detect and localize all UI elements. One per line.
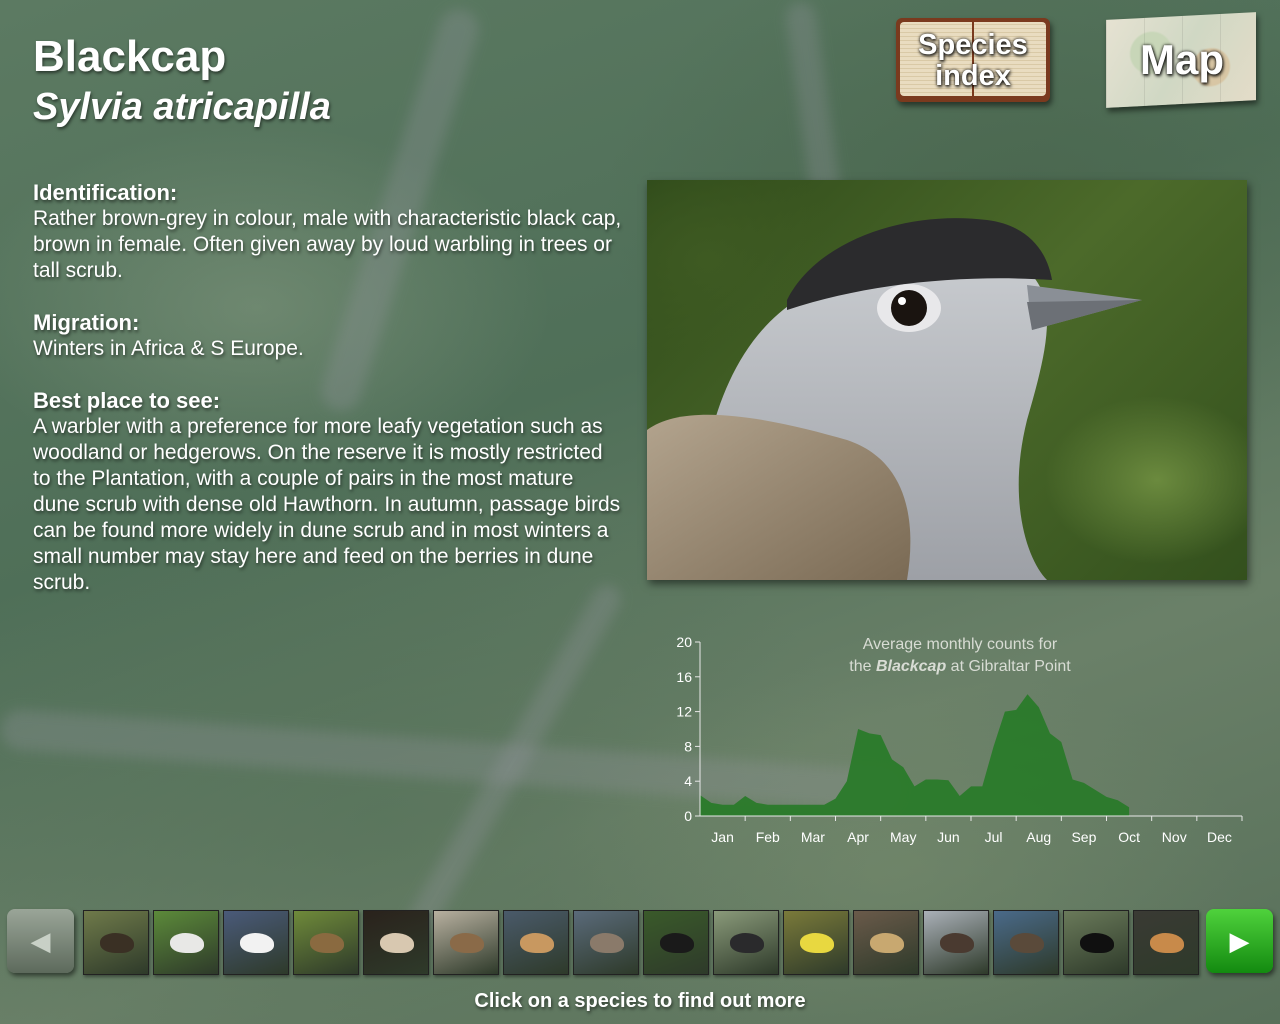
x-tick-label: Aug (1026, 829, 1051, 845)
migration-heading: Migration: (33, 310, 140, 335)
footer-instruction: Click on a species to find out more (474, 990, 806, 1012)
species-info: Identification: Rather brown-grey in col… (33, 180, 623, 622)
chart-title-line1: Average monthly counts for (862, 636, 1058, 653)
blackcap-count-area (700, 694, 1130, 816)
species-index-label: Species index (918, 29, 1028, 92)
barn-owl-icon (380, 933, 414, 953)
species-thumbnail[interactable] (1063, 910, 1129, 975)
x-tick-label: Apr (847, 829, 869, 845)
species-thumbnail[interactable] (83, 910, 149, 975)
species-thumbnail[interactable] (153, 910, 219, 975)
species-latin-name: Sylvia atricapilla (33, 86, 331, 128)
curlew-icon (310, 933, 344, 953)
x-tick-label: Jun (937, 829, 960, 845)
map-button[interactable]: Map (1104, 10, 1260, 108)
skua-icon (100, 933, 134, 953)
x-tick-label: May (890, 829, 916, 845)
avocet-icon (240, 933, 274, 953)
migration-text: Winters in Africa & S Europe. (33, 337, 304, 360)
species-thumbnail-strip (83, 910, 1199, 975)
y-tick-label: 8 (684, 738, 692, 754)
x-tick-label: Sep (1071, 829, 1096, 845)
species-thumbnail[interactable] (223, 910, 289, 975)
species-thumbnail[interactable] (853, 910, 919, 975)
species-thumbnail[interactable] (293, 910, 359, 975)
species-thumbnail[interactable] (993, 910, 1059, 975)
species-common-name: Blackcap (33, 32, 227, 81)
y-tick-label: 4 (684, 773, 692, 789)
species-thumbnail[interactable] (363, 910, 429, 975)
species-thumbnail[interactable] (433, 910, 499, 975)
species-thumbnail[interactable] (1133, 910, 1199, 975)
best-place-heading: Best place to see: (33, 388, 221, 413)
twite-icon (450, 933, 484, 953)
wader-icon (520, 933, 554, 953)
x-tick-label: Dec (1207, 829, 1232, 845)
map-label: Map (1140, 36, 1224, 83)
species-thumbnail[interactable] (503, 910, 569, 975)
chaffinch-icon (1150, 933, 1184, 953)
next-arrow-button[interactable]: ▶ (1206, 909, 1273, 973)
right-arrow-icon: ▶ (1229, 925, 1250, 956)
y-tick-label: 16 (676, 669, 692, 685)
tern-icon (170, 933, 204, 953)
species-thumbnail[interactable] (643, 910, 709, 975)
redshank-icon (590, 933, 624, 953)
y-tick-label: 12 (676, 704, 692, 720)
y-tick-label: 0 (684, 808, 692, 824)
canada-goose-icon (1010, 933, 1044, 953)
starling-icon (660, 933, 694, 953)
x-tick-label: Nov (1162, 829, 1187, 845)
chart-title: Average monthly counts for the Blackcap … (820, 634, 1100, 678)
brent-goose-icon (940, 933, 974, 953)
identification-heading: Identification: (33, 180, 178, 205)
monthly-counts-chart: 0 4 8 12 16 20 Jan Feb Mar Apr May Jun Jul Aug Sep Oct N… (660, 630, 1250, 850)
blue-tit-icon (800, 933, 834, 953)
x-tick-label: Feb (756, 829, 780, 845)
blackbird-icon (1080, 933, 1114, 953)
species-thumbnail[interactable] (923, 910, 989, 975)
chart-title-line2: the Blackcap at Gibraltar Point (849, 658, 1071, 675)
species-index-button[interactable]: Species index (892, 12, 1054, 107)
blackcap-icon (730, 933, 764, 953)
x-tick-label: Oct (1118, 829, 1140, 845)
previous-arrow-button[interactable]: ◀ (7, 909, 74, 973)
identification-text: Rather brown-grey in colour, male with c… (33, 207, 622, 282)
y-tick-label: 20 (676, 634, 692, 650)
species-thumbnail[interactable] (713, 910, 779, 975)
blackcap-illustration (647, 218, 1142, 580)
species-thumbnail[interactable] (783, 910, 849, 975)
species-thumbnail[interactable] (573, 910, 639, 975)
x-tick-label: Jan (711, 829, 734, 845)
snow-bunting-icon (870, 933, 904, 953)
x-tick-label: Jul (985, 829, 1003, 845)
left-arrow-icon: ◀ (30, 925, 51, 956)
x-tick-label: Mar (801, 829, 825, 845)
blackcap-photo (647, 180, 1247, 580)
best-place-text: A warbler with a preference for more lea… (33, 415, 621, 594)
